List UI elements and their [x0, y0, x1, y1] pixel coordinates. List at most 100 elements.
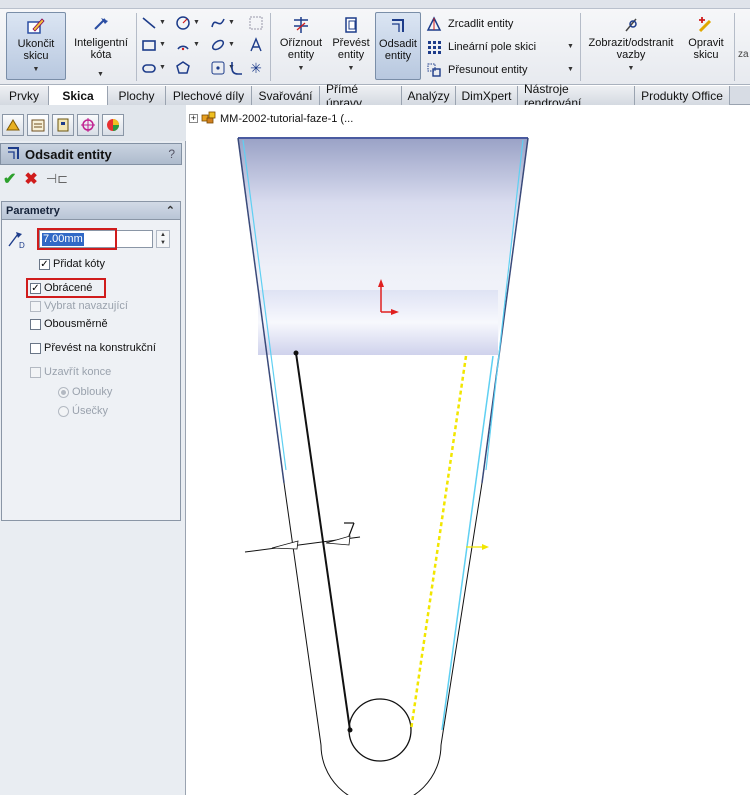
- chevron-down-icon[interactable]: ▼: [567, 66, 574, 73]
- sketch-geometry[interactable]: [283, 350, 494, 798]
- smart-dimension-icon: [91, 15, 111, 35]
- asterisk-icon[interactable]: ✳: [248, 60, 264, 76]
- panel-title: Odsadit entity: [25, 146, 112, 162]
- pattern-icon: [426, 39, 442, 55]
- tab-skica[interactable]: Skica: [49, 86, 108, 106]
- checkbox-icon: ✓: [39, 258, 50, 270]
- point-icon[interactable]: [210, 60, 226, 76]
- exit-sketch-icon: [26, 16, 46, 36]
- linear-pattern-button[interactable]: Lineární pole skici: [426, 38, 536, 56]
- fillet-icon[interactable]: [228, 60, 244, 76]
- slot-icon[interactable]: [141, 60, 157, 76]
- dimension-annotation[interactable]: [244, 522, 361, 553]
- feature-tree-root[interactable]: + MM-2002-tutorial-faze-1 (...: [189, 110, 353, 127]
- cap-ends-label: Uzavřít konce: [44, 366, 112, 378]
- configuration-manager-icon[interactable]: [52, 114, 74, 136]
- cap-ends-checkbox[interactable]: Uzavřít konce: [30, 366, 111, 378]
- dimxpert-manager-icon[interactable]: [77, 114, 99, 136]
- tab-dimxpert[interactable]: DimXpert: [456, 86, 518, 105]
- arcs-radio[interactable]: Oblouky: [58, 386, 112, 398]
- expand-icon[interactable]: +: [189, 114, 198, 123]
- cancel-icon[interactable]: ✖: [24, 169, 37, 189]
- ok-icon[interactable]: ✔: [3, 169, 16, 189]
- circle-icon[interactable]: [175, 15, 191, 31]
- help-icon[interactable]: ?: [168, 147, 175, 161]
- bidirectional-checkbox[interactable]: Obousměrně: [30, 318, 108, 330]
- trim-entities-button[interactable]: Oříznout entity ▼: [274, 12, 328, 80]
- tab-svarovani[interactable]: Svařování: [252, 86, 320, 105]
- offset-icon: [388, 16, 408, 36]
- chevron-down-icon[interactable]: ▼: [348, 63, 355, 75]
- mirror-label: Zrcadlit entity: [448, 18, 514, 30]
- collapse-icon[interactable]: ⌃: [166, 204, 175, 217]
- parameters-group-header[interactable]: Parametry ⌃: [2, 202, 180, 220]
- lines-radio[interactable]: Úsečky: [58, 405, 108, 417]
- convert-label-2: entity: [337, 49, 365, 61]
- checkbox-icon: [30, 342, 41, 354]
- tab-plechove-dily[interactable]: Plechové díly: [166, 86, 252, 105]
- part-body[interactable]: [237, 137, 529, 484]
- offset-entities-button[interactable]: Odsadit entity: [375, 12, 421, 80]
- mirror-icon: [426, 16, 442, 32]
- offset-entities-header: Odsadit entity ?: [0, 143, 182, 165]
- graphics-area[interactable]: [187, 105, 750, 798]
- exit-sketch-label-2: skicu: [23, 50, 49, 62]
- construction-checkbox[interactable]: Převést na konstrukční: [30, 342, 156, 354]
- tab-produkty-office[interactable]: Produkty Office: [635, 86, 730, 105]
- text-icon[interactable]: [248, 37, 264, 53]
- add-dimensions-label: Přidat kóty: [53, 258, 105, 270]
- distance-spinner[interactable]: ▲ ▼: [156, 230, 170, 248]
- checkbox-icon: [30, 318, 41, 330]
- svg-text:D: D: [19, 241, 25, 250]
- pin-icon[interactable]: ⊣⊏: [46, 171, 68, 187]
- distance-icon: D: [6, 228, 28, 250]
- ellipse-icon[interactable]: [210, 37, 226, 53]
- pattern-label: Lineární pole skici: [448, 41, 537, 53]
- property-manager: Odsadit entity ? ✔ ✖ ⊣⊏ Parametry ⌃ D 7.…: [0, 105, 186, 795]
- chevron-down-icon[interactable]: ▼: [97, 71, 104, 78]
- sketch-canvas[interactable]: [187, 105, 750, 798]
- tab-analyzy[interactable]: Analýzy: [402, 86, 456, 105]
- tab-nastroje-rendrovani[interactable]: Nástroje rendrování: [518, 82, 635, 110]
- rectangle-icon[interactable]: [141, 37, 157, 53]
- arcs-label: Oblouky: [72, 386, 113, 398]
- chevron-down-icon[interactable]: ▼: [628, 63, 635, 75]
- select-chain-label: Vybrat navazující: [44, 300, 128, 312]
- trim-label-1: Oříznout: [279, 37, 323, 49]
- smart-dimension-button[interactable]: Inteligentní kóta: [69, 12, 133, 62]
- bidirectional-label: Obousměrně: [44, 318, 108, 330]
- tab-prvky[interactable]: Prvky: [0, 86, 49, 105]
- display-manager-icon[interactable]: [102, 114, 124, 136]
- chevron-down-icon[interactable]: ▼: [567, 43, 574, 50]
- property-manager-icon[interactable]: [27, 114, 49, 136]
- exit-sketch-button[interactable]: Ukončit skicu ▼: [6, 12, 66, 80]
- add-dimensions-checkbox[interactable]: ✓ Přidat kóty: [39, 258, 105, 270]
- parameters-title: Parametry: [6, 204, 60, 217]
- tab-plochy[interactable]: Plochy: [108, 86, 166, 105]
- select-chain-checkbox[interactable]: Vybrat navazující: [30, 300, 128, 312]
- smart-dimension-label-1: Inteligentní: [74, 37, 128, 49]
- offset-title-icon: [5, 145, 21, 164]
- radio-icon: [58, 386, 69, 398]
- arc-icon[interactable]: [175, 37, 191, 53]
- spline-icon[interactable]: [210, 15, 226, 31]
- relations-icon: [621, 15, 641, 35]
- command-manager: Ukončit skicu ▼ Inteligentní kóta ▼ ▼ ▼ …: [0, 9, 750, 85]
- convert-entities-button[interactable]: Převést entity ▼: [330, 12, 372, 80]
- checkbox-icon: [30, 366, 41, 378]
- chevron-down-icon[interactable]: ▼: [298, 63, 305, 75]
- feature-manager-icon[interactable]: [2, 114, 24, 136]
- move-entities-button[interactable]: Přesunout entity: [426, 61, 528, 79]
- mirror-entities-button[interactable]: Zrcadlit entity: [426, 15, 513, 33]
- grid-icon[interactable]: [248, 15, 264, 31]
- repair-sketch-button[interactable]: Opravit skicu: [682, 12, 730, 80]
- chevron-down-icon[interactable]: ▼: [33, 64, 40, 76]
- panel-tab-strip: [0, 105, 186, 141]
- relations-label-2: vazby: [616, 49, 646, 61]
- line-icon[interactable]: [141, 15, 157, 31]
- display-delete-relations-button[interactable]: Zobrazit/odstranit vazby ▼: [584, 12, 678, 80]
- offset-label-2: entity: [384, 50, 412, 62]
- polygon-icon[interactable]: [175, 60, 191, 76]
- trim-icon: [291, 15, 311, 35]
- tab-prime-upravy[interactable]: Přímé úpravy: [320, 82, 402, 110]
